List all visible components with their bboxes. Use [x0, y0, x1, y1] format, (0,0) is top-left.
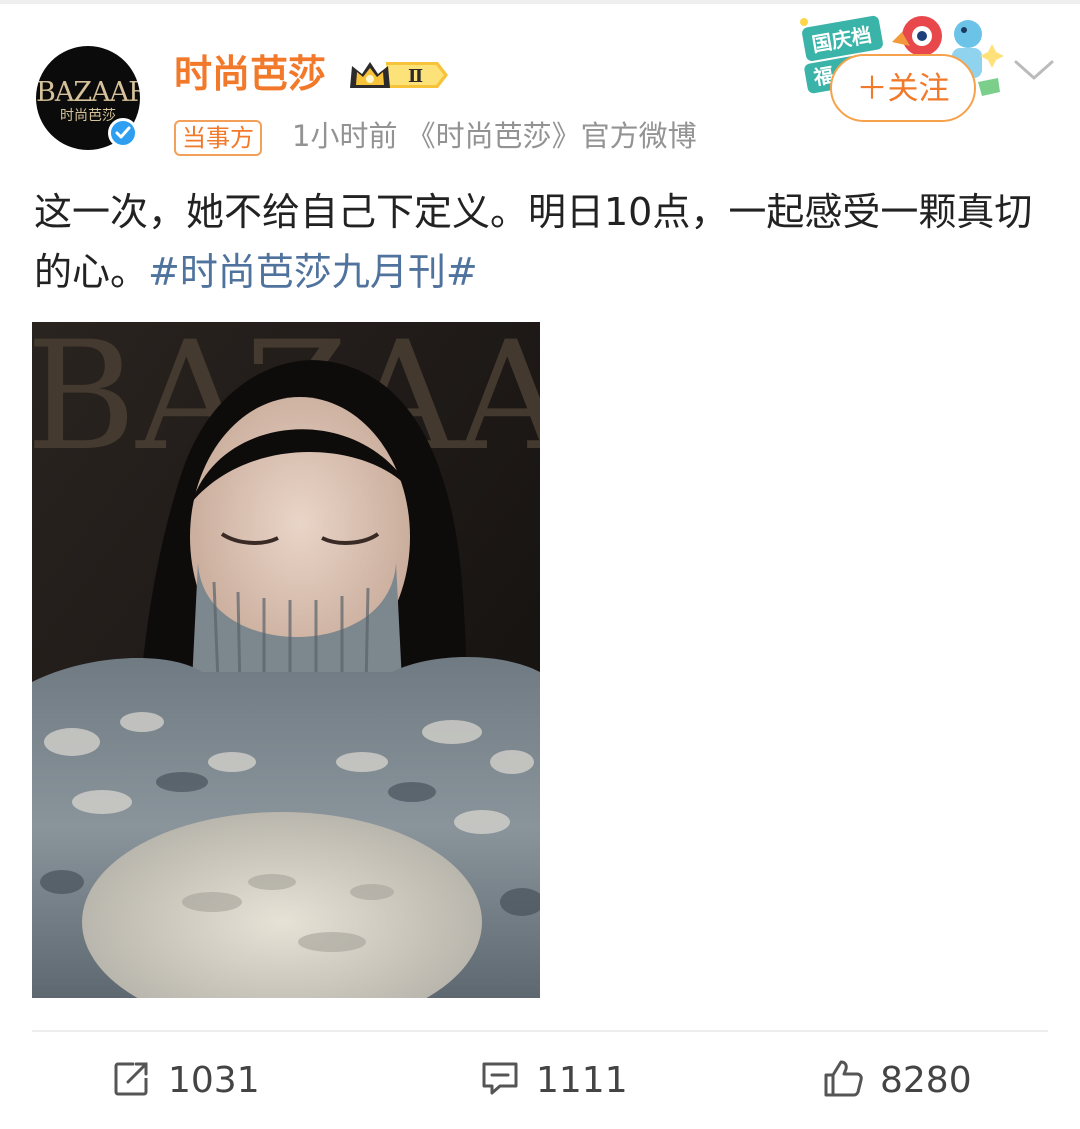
account-name[interactable]: 时尚芭莎	[174, 52, 326, 96]
top-divider	[0, 0, 1080, 4]
repost-count: 1031	[168, 1060, 260, 1101]
post-text: 这一次，她不给自己下定义。明日10点，一起感受一颗真切的心。#时尚芭莎九月刊#	[34, 182, 1054, 302]
hashtag-link[interactable]: #时尚芭莎九月刊#	[148, 250, 478, 294]
verified-icon	[108, 118, 138, 148]
role-tag: 当事方	[174, 120, 262, 156]
badge-level-text: Ⅱ	[408, 66, 423, 87]
like-count: 8280	[880, 1060, 972, 1101]
avatar-logo-text: BAZAAR	[36, 77, 140, 108]
repost-icon	[112, 1060, 152, 1102]
follow-button[interactable]: ＋关注	[830, 54, 976, 122]
post-meta: 1小时前 《时尚芭莎》官方微博	[292, 119, 697, 153]
action-divider	[32, 1030, 1048, 1032]
chevron-down-icon[interactable]	[1012, 58, 1056, 84]
like-button[interactable]: 8280	[822, 1056, 972, 1106]
post-image[interactable]: BAZAAR	[32, 322, 540, 998]
crown-badge-icon: Ⅱ	[346, 58, 450, 92]
comment-count: 1111	[536, 1060, 628, 1101]
repost-button[interactable]: 1031	[112, 1056, 260, 1106]
comment-icon	[480, 1060, 520, 1102]
thumbs-up-icon	[822, 1059, 864, 1103]
comment-button[interactable]: 1111	[480, 1056, 628, 1106]
